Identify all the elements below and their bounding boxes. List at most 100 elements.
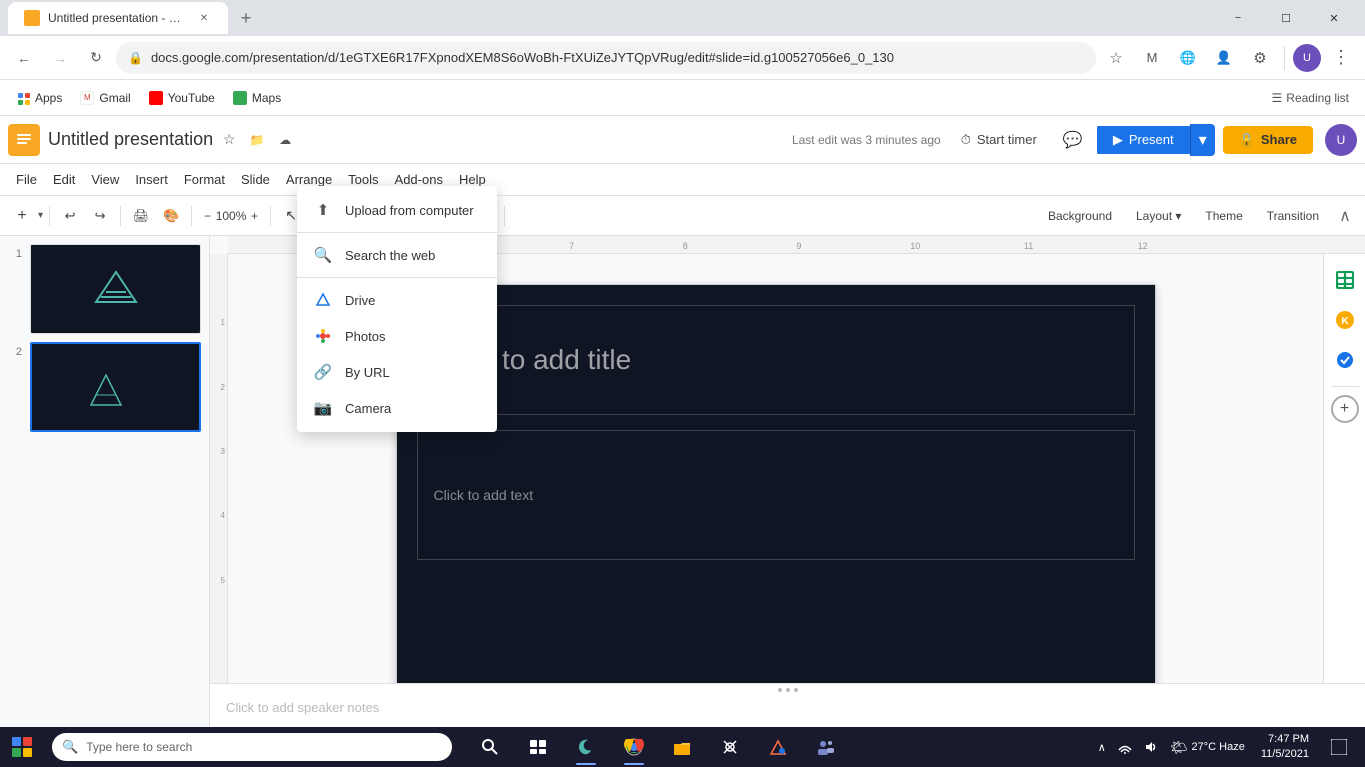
zoom-value: 100% — [213, 209, 249, 223]
close-button[interactable]: ✕ — [1311, 0, 1357, 36]
taskbar-paint-button[interactable] — [756, 727, 800, 767]
translate-button[interactable]: 🌐 — [1172, 42, 1204, 74]
maximize-button[interactable]: ☐ — [1263, 0, 1309, 36]
taskbar-volume-icon[interactable] — [1140, 740, 1162, 754]
window-controls: − ☐ ✕ — [1215, 0, 1357, 36]
print-button[interactable]: 🖨 — [127, 202, 155, 230]
zoom-control[interactable]: − 100% + — [198, 207, 264, 225]
reload-button[interactable]: ↻ — [80, 42, 112, 74]
taskbar-edge-button[interactable] — [564, 727, 608, 767]
sidebar-tasks-icon[interactable] — [1327, 342, 1363, 378]
tab-close-button[interactable]: ✕ — [196, 10, 212, 26]
taskbar-chrome-button[interactable] — [612, 727, 656, 767]
bookmark-apps[interactable]: Apps — [8, 87, 70, 109]
camera-item[interactable]: 📷 Camera — [297, 390, 497, 426]
reading-list-button[interactable]: ☰ Reading list — [1264, 87, 1357, 109]
paint-format-button[interactable]: 🎨 — [157, 202, 185, 230]
profiles-button[interactable]: 👤 — [1208, 42, 1240, 74]
camera-label: Camera — [345, 401, 391, 416]
new-tab-button[interactable]: + — [232, 4, 260, 32]
redo-button[interactable]: ↪ — [86, 202, 114, 230]
sidebar-sheets-icon[interactable] — [1327, 262, 1363, 298]
slide-thumb-1[interactable]: 1 — [8, 244, 201, 334]
back-button[interactable]: ← — [8, 42, 40, 74]
address-bar[interactable]: 🔒 docs.google.com/presentation/d/1eGTXE6… — [116, 42, 1096, 74]
active-tab[interactable]: Untitled presentation - Google S ✕ — [8, 2, 228, 34]
start-timer-button[interactable]: ⏱ Start timer — [949, 126, 1049, 154]
layout-button[interactable]: Layout ▾ — [1126, 205, 1191, 227]
dropdown-divider-1 — [297, 232, 497, 233]
slide-preview-2[interactable] — [30, 342, 201, 432]
slide-content-area[interactable]: Click to add text — [417, 430, 1135, 560]
bookmark-gmail[interactable]: M Gmail — [72, 87, 138, 109]
taskbar-search-button[interactable] — [468, 727, 512, 767]
taskbar-network-icon[interactable] — [1114, 740, 1136, 754]
search-web-item[interactable]: 🔍 Search the web — [297, 237, 497, 273]
present-button[interactable]: ▶ Present — [1097, 126, 1190, 154]
drive-item[interactable]: Drive — [297, 282, 497, 318]
notifications-button[interactable] — [1321, 727, 1357, 767]
share-label: Share — [1261, 132, 1297, 147]
bookmark-maps[interactable]: Maps — [225, 87, 289, 109]
image-insert-dropdown: ⬆ Upload from computer 🔍 Search the web … — [297, 186, 497, 432]
extensions-button[interactable]: ⚙ — [1244, 42, 1276, 74]
taskbar-taskview-button[interactable] — [516, 727, 560, 767]
taskbar-weather[interactable]: 🌤 27°C Haze — [1166, 739, 1249, 756]
photos-label: Photos — [345, 329, 385, 344]
browser-profile[interactable]: U — [1293, 44, 1321, 72]
user-avatar[interactable]: U — [1325, 124, 1357, 156]
browser-menu-button[interactable]: ⋮ — [1325, 42, 1357, 74]
menu-slide[interactable]: Slide — [233, 168, 278, 191]
windows-logo — [12, 737, 32, 757]
slide-preview-1[interactable] — [30, 244, 201, 334]
speaker-notes[interactable]: Click to add speaker notes — [210, 683, 1365, 731]
gmail-extension-button[interactable]: M — [1136, 42, 1168, 74]
menu-file[interactable]: File — [8, 168, 45, 191]
sidebar-add-button[interactable]: + — [1331, 395, 1359, 423]
taskbar-search-bar[interactable]: 🔍 Type here to search — [52, 733, 452, 761]
right-sidebar: K + — [1323, 254, 1365, 683]
slides-logo — [8, 124, 40, 156]
bookmark-youtube[interactable]: YouTube — [141, 87, 223, 109]
menu-insert[interactable]: Insert — [127, 168, 176, 191]
move-to-button[interactable]: 📁 — [245, 128, 269, 152]
taskbar-center-icons — [468, 727, 848, 767]
slide-main[interactable]: Click to add title Click to add text — [396, 284, 1156, 683]
minimize-button[interactable]: − — [1215, 0, 1261, 36]
menu-format[interactable]: Format — [176, 168, 233, 191]
slide-title-area[interactable]: Click to add title — [417, 305, 1135, 415]
add-slide-button[interactable]: + — [8, 202, 36, 230]
taskbar-clock[interactable]: 7:47 PM 11/5/2021 — [1253, 732, 1317, 763]
photos-item[interactable]: Photos — [297, 318, 497, 354]
sidebar-keep-icon[interactable]: K — [1327, 302, 1363, 338]
taskbar-chevron-button[interactable]: ∧ — [1094, 741, 1110, 754]
transition-button[interactable]: Transition — [1257, 205, 1329, 227]
upload-from-computer-item[interactable]: ⬆ Upload from computer — [297, 192, 497, 228]
start-button[interactable] — [0, 727, 44, 767]
photos-icon — [313, 326, 333, 346]
link-icon: 🔗 — [313, 362, 333, 382]
taskbar-snip-button[interactable] — [708, 727, 752, 767]
gmail-favicon: M — [80, 91, 94, 105]
present-dropdown-button[interactable]: ▾ — [1190, 124, 1215, 156]
star-button[interactable]: ☆ — [217, 128, 241, 152]
slide-thumb-2[interactable]: 2 — [8, 342, 201, 432]
taskbar-explorer-button[interactable] — [660, 727, 704, 767]
forward-button[interactable]: → — [44, 42, 76, 74]
toolbar-expand-button[interactable]: ∧ — [1333, 204, 1357, 228]
menu-view[interactable]: View — [83, 168, 127, 191]
theme-button[interactable]: Theme — [1195, 205, 1252, 227]
taskbar-teams-button[interactable] — [804, 727, 848, 767]
share-button[interactable]: 🔒 Share — [1223, 126, 1313, 154]
byurl-item[interactable]: 🔗 By URL — [297, 354, 497, 390]
cloud-save-button[interactable]: ☁ — [273, 128, 297, 152]
add-dropdown-arrow[interactable]: ▾ — [38, 210, 43, 221]
background-button[interactable]: Background — [1038, 205, 1122, 227]
ruler-v-tick-5: 5 — [221, 576, 225, 585]
toolbar-separator-3 — [191, 206, 192, 226]
bookmark-star-button[interactable]: ☆ — [1100, 42, 1132, 74]
undo-button[interactable]: ↩ — [56, 202, 84, 230]
menu-edit[interactable]: Edit — [45, 168, 83, 191]
comment-button[interactable]: 💬 — [1057, 124, 1089, 156]
ruler-tick-6: 10 — [910, 241, 920, 251]
